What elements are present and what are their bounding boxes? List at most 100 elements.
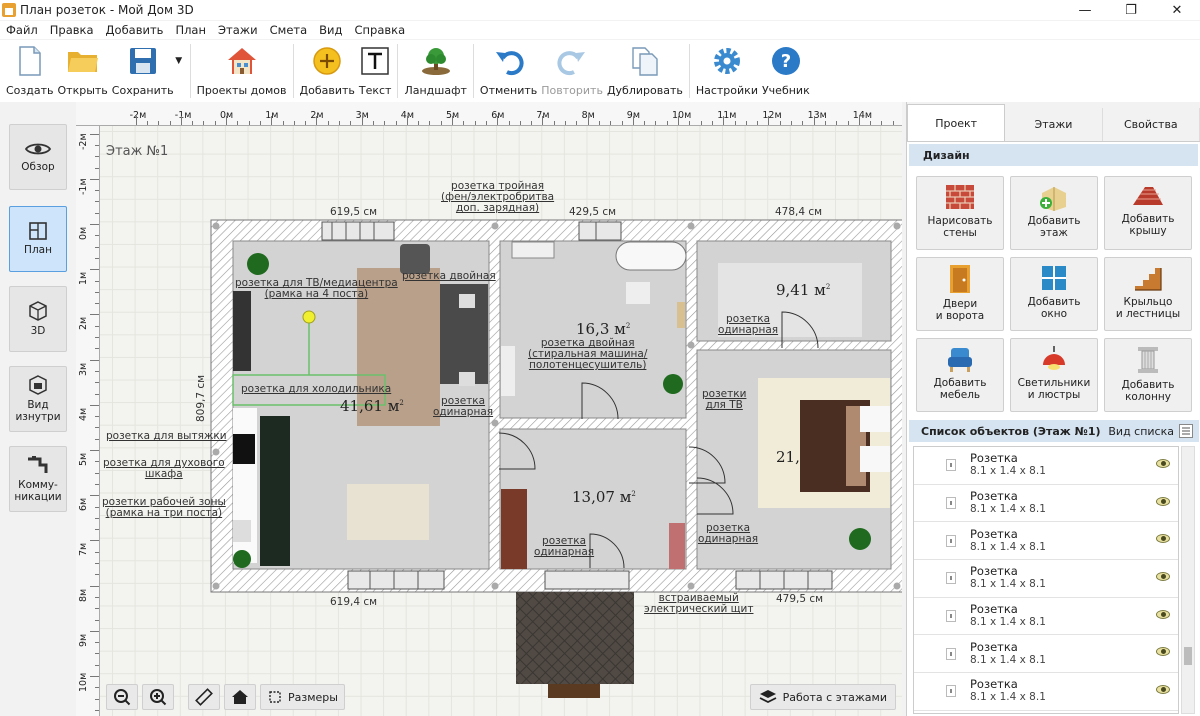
add-column-button[interactable]: Добавить колонну	[1104, 338, 1192, 412]
close-button[interactable]: ✕	[1154, 0, 1200, 20]
menu-view[interactable]: Вид	[319, 23, 342, 37]
socket-annotation[interactable]: розетка для холодильника	[241, 384, 391, 395]
socket-annotation[interactable]: розетка одинарная	[718, 314, 778, 336]
minimize-button[interactable]: —	[1062, 0, 1108, 20]
menu-floors[interactable]: Этажи	[218, 23, 258, 37]
list-item[interactable]: Розетка 8.1 x 1.4 x 8.1	[914, 485, 1178, 523]
home-button[interactable]	[224, 684, 256, 710]
eye-icon	[25, 143, 51, 155]
list-item[interactable]: Розетка 8.1 x 1.4 x 8.1	[914, 522, 1178, 561]
menu-estimate[interactable]: Смета	[270, 23, 308, 37]
lamps-button[interactable]: Светильники и люстры	[1010, 338, 1098, 412]
list-view-toggle[interactable]: Вид списка	[1108, 424, 1193, 438]
design-button-label: Крыльцо и лестницы	[1115, 296, 1181, 320]
ruler-tick	[497, 116, 499, 125]
open-button[interactable]: Открыть	[58, 40, 108, 100]
sidebar-item-label: Обзор	[21, 161, 55, 173]
list-item[interactable]: Розетка 8.1 x 1.4 x 8.1	[914, 447, 1178, 485]
visibility-eye-icon[interactable]	[1156, 572, 1170, 582]
list-item[interactable]: Розетка 8.1 x 1.4 x 8.1	[914, 673, 1178, 711]
ruler-tick-label: 9м	[78, 633, 89, 647]
visibility-eye-icon[interactable]	[1156, 647, 1170, 657]
socket-annotation[interactable]: розетка для ТВ/медиацентра (рамка на 4 п…	[235, 278, 398, 300]
porch-stairs-button[interactable]: Крыльцо и лестницы	[1104, 257, 1192, 331]
design-button-label: Добавить этаж	[1027, 215, 1081, 239]
socket-annotation[interactable]: розетки для ТВ	[702, 389, 746, 411]
add-button[interactable]: Добавить	[300, 40, 355, 100]
visibility-eye-icon[interactable]	[1156, 685, 1170, 695]
menu-file[interactable]: Файл	[6, 23, 38, 37]
measure-button[interactable]	[188, 684, 220, 710]
socket-annotation[interactable]: розетка для духового шкафа	[103, 458, 225, 480]
maximize-button[interactable]: ❐	[1108, 0, 1154, 20]
zoom-out-button[interactable]	[106, 684, 138, 710]
add-furniture-button[interactable]: Добавить мебель	[916, 338, 1004, 412]
list-item[interactable]: Розетка 8.1 x 1.4 x 8.1	[914, 635, 1178, 674]
settings-button[interactable]: Настройки	[696, 40, 758, 100]
objects-list[interactable]: Розетка 8.1 x 1.4 x 8.1 Розетка 8.1 x 1.4 x…	[913, 446, 1179, 714]
plan-icon	[29, 222, 47, 240]
redo-button[interactable]: Повторить	[541, 40, 603, 100]
sidebar-item-interior-view[interactable]: Вид изнутри	[9, 366, 67, 432]
visibility-eye-icon[interactable]	[1156, 609, 1170, 619]
tab-floors[interactable]: Этажи	[1005, 108, 1103, 141]
duplicate-button[interactable]: Дублировать	[607, 40, 683, 100]
socket-annotation[interactable]: розетка одинарная	[534, 536, 594, 558]
undo-button[interactable]: Отменить	[480, 40, 537, 100]
dimensions-button[interactable]: Размеры	[260, 684, 345, 710]
visibility-eye-icon[interactable]	[1156, 496, 1170, 506]
redo-icon	[556, 45, 588, 77]
zoom-in-button[interactable]	[142, 684, 174, 710]
tab-project[interactable]: Проект	[907, 104, 1006, 141]
sidebar-item-plan[interactable]: План	[9, 206, 67, 272]
work-with-floors-button[interactable]: Работа с этажами	[749, 684, 896, 710]
socket-annotation[interactable]: розетки рабочей зоны (рамка на три поста…	[102, 497, 226, 519]
objects-list-scrollbar[interactable]	[1181, 446, 1195, 714]
object-size: 8.1 x 1.4 x 8.1	[970, 653, 1046, 666]
tutorial-button[interactable]: ? Учебник	[762, 40, 810, 100]
menu-plan[interactable]: План	[175, 23, 206, 37]
design-button-label: Нарисовать стены	[927, 215, 993, 239]
sidebar-item-3d[interactable]: 3D	[9, 286, 67, 352]
socket-annotation[interactable]: розетка двойная	[402, 271, 496, 282]
save-button[interactable]: Сохранить	[112, 40, 174, 100]
landscape-button[interactable]: Ландшафт	[404, 40, 467, 100]
add-roof-button[interactable]: Добавить крышу	[1104, 176, 1192, 250]
house-projects-button[interactable]: Проекты домов	[197, 40, 287, 100]
doors-gates-button[interactable]: Двери и ворота	[916, 257, 1004, 331]
ruler-tick	[361, 116, 363, 125]
sidebar-item-utilities[interactable]: Комму- никации	[9, 446, 67, 512]
object-size: 8.1 x 1.4 x 8.1	[970, 578, 1046, 591]
socket-annotation[interactable]: розетка для вытяжки	[106, 431, 227, 442]
socket-annotation[interactable]: розетка двойная (стиральная машина/ поло…	[528, 338, 647, 371]
zoom-in-icon	[150, 689, 167, 706]
menu-add[interactable]: Добавить	[106, 23, 164, 37]
menu-edit[interactable]: Правка	[50, 23, 94, 37]
visibility-eye-icon[interactable]	[1156, 459, 1170, 468]
socket-annotation[interactable]: встраиваемый электрический щит	[644, 593, 753, 615]
sidebar-item-label: 3D	[30, 325, 46, 337]
plan-canvas[interactable]: Этаж №1 619,5 см 429,5 см 478,4 см 619,4…	[100, 126, 902, 716]
scrollbar-thumb[interactable]	[1184, 647, 1192, 665]
menu-help[interactable]: Справка	[355, 23, 406, 37]
list-item[interactable]: Розетка 8.1 x 1.4 x 8.1	[914, 598, 1178, 636]
socket-annotation[interactable]: розетка одинарная	[433, 396, 493, 418]
sidebar-item-label: Комму- никации	[14, 479, 62, 503]
home-icon	[232, 690, 248, 704]
tab-properties[interactable]: Свойства	[1103, 108, 1200, 141]
socket-annotation[interactable]: розетка тройная (фен/электробритва доп. …	[441, 181, 554, 214]
text-button[interactable]: Текст	[359, 40, 391, 100]
socket-annotation[interactable]: розетка одинарная	[698, 523, 758, 545]
ruler-tick-label: 1м	[78, 271, 89, 286]
save-dropdown-button[interactable]: ▼	[174, 40, 184, 100]
socket-icon	[946, 572, 956, 585]
create-button[interactable]: Создать	[6, 40, 54, 100]
draw-walls-button[interactable]: Нарисовать стены	[916, 176, 1004, 250]
toolbar-separator	[688, 44, 690, 98]
visibility-eye-icon[interactable]	[1156, 534, 1170, 544]
sidebar-item-overview[interactable]: Обзор	[9, 124, 67, 190]
tutorial-label: Учебник	[761, 84, 810, 97]
list-item[interactable]: Розетка 8.1 x 1.4 x 8.1	[914, 560, 1178, 598]
add-window-button[interactable]: Добавить окно	[1010, 257, 1098, 331]
add-floor-button[interactable]: Добавить этаж	[1010, 176, 1098, 250]
